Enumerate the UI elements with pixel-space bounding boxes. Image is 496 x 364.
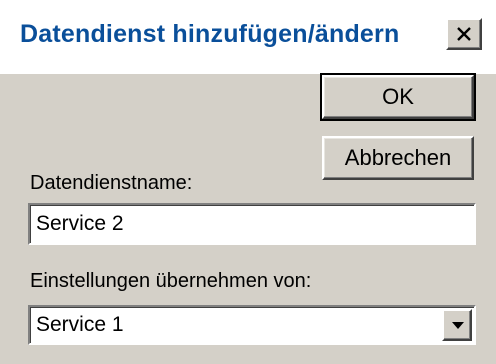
ok-button[interactable]: OK xyxy=(320,73,476,121)
dialog-title: Datendienst hinzufügen/ändern xyxy=(20,20,400,48)
copy-settings-selected-value: Service 1 xyxy=(36,313,124,336)
close-icon xyxy=(457,27,471,41)
copy-settings-select[interactable]: Service 1 xyxy=(28,305,476,345)
dropdown-arrow-icon xyxy=(452,322,464,329)
title-bar: Datendienst hinzufügen/ändern xyxy=(0,0,496,74)
copy-settings-label: Einstellungen übernehmen von: xyxy=(30,270,312,292)
dropdown-button[interactable] xyxy=(442,309,472,341)
add-edit-data-service-dialog: Datendienst hinzufügen/ändern OK Abbrech… xyxy=(0,0,496,364)
close-button[interactable] xyxy=(446,18,482,50)
service-name-input[interactable] xyxy=(28,203,476,245)
service-name-label: Datendienstname: xyxy=(30,172,193,194)
cancel-button[interactable]: Abbrechen xyxy=(322,136,474,180)
